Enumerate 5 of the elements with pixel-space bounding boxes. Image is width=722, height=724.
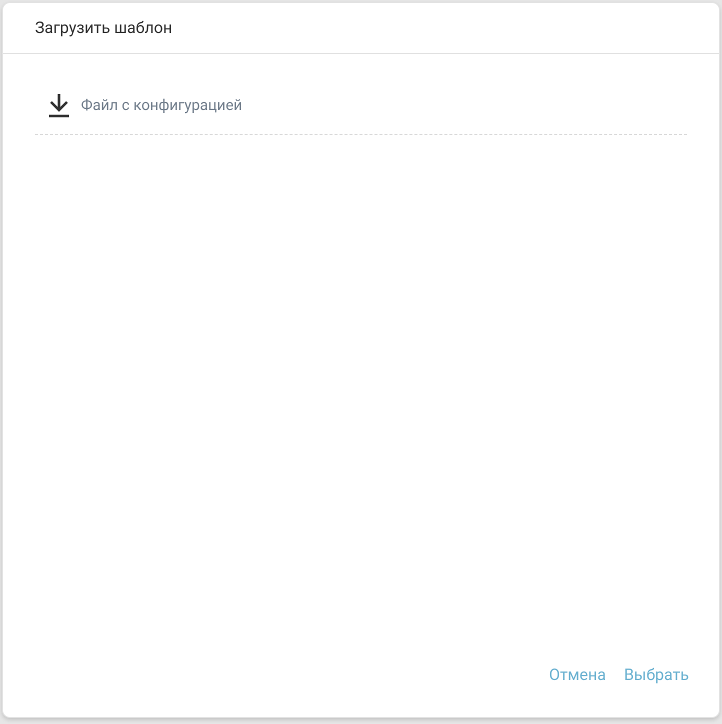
select-button[interactable]: Выбрать <box>616 659 697 691</box>
download-icon <box>47 92 71 118</box>
file-field[interactable]: Файл с конфигурацией <box>81 94 687 116</box>
dialog-title: Загрузить шаблон <box>35 17 172 39</box>
cancel-button[interactable]: Отмена <box>540 659 614 691</box>
